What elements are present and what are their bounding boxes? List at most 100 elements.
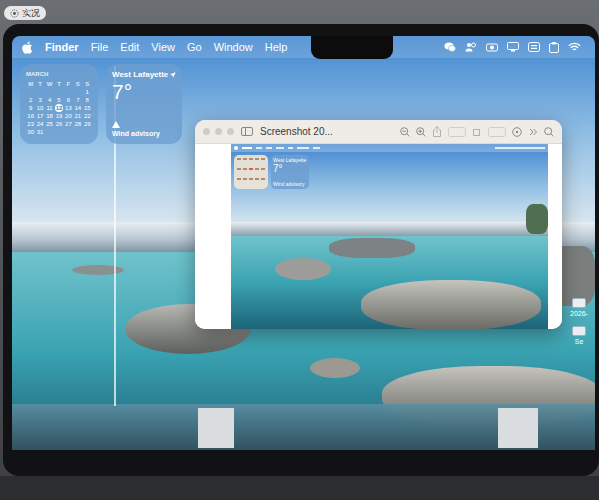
calendar-day[interactable]: 27 xyxy=(64,120,73,128)
calendar-day[interactable]: 17 xyxy=(35,112,44,120)
menu-item[interactable]: View xyxy=(151,40,175,54)
calendar-day[interactable]: 8 xyxy=(83,96,92,104)
info-icon[interactable] xyxy=(512,127,522,137)
calendar-day-number: 1 xyxy=(83,88,91,96)
menu-item[interactable]: Go xyxy=(187,40,202,54)
more-icon[interactable] xyxy=(528,127,538,137)
laptop-deck xyxy=(0,476,599,500)
zoom-out-icon[interactable] xyxy=(400,127,410,137)
menu-bar: Finder File Edit View Go Window Help xyxy=(12,36,595,58)
mini-calendar-widget xyxy=(234,155,268,189)
calendar-day-number: 18 xyxy=(46,112,54,120)
calendar-weekday: T xyxy=(35,80,44,88)
wifi-icon[interactable] xyxy=(568,42,581,52)
calendar-day-number: 8 xyxy=(83,96,91,104)
zoom-in-icon[interactable] xyxy=(416,127,426,137)
desktop-item[interactable]: 2026- xyxy=(570,298,588,318)
markup-icon[interactable] xyxy=(448,127,466,137)
calendar-day-number: 5 xyxy=(55,96,63,104)
preview-window[interactable]: Screenshot 20... xyxy=(195,120,562,329)
clipboard-icon[interactable] xyxy=(549,42,559,53)
calendar-day[interactable]: 18 xyxy=(45,112,54,120)
weather-condition: Wind advisory xyxy=(112,129,176,138)
calendar-day-number: 17 xyxy=(36,112,44,120)
calendar-widget[interactable]: MARCH MTWTFSS123456789101112131415161718… xyxy=(20,64,98,144)
weather-widget[interactable]: West Lafayette 7° Wind advisory xyxy=(106,64,182,144)
calendar-day-number: 2 xyxy=(27,96,35,104)
calendar-day[interactable]: 4 xyxy=(45,96,54,104)
title-bar: Screenshot 20... xyxy=(195,120,562,144)
calendar-day[interactable]: 15 xyxy=(83,104,92,112)
calendar-day[interactable]: 26 xyxy=(54,120,63,128)
calendar-day-number: 22 xyxy=(83,112,91,120)
camera-notch xyxy=(311,36,393,59)
calendar-day-number: 16 xyxy=(27,112,35,120)
calendar-day-number: 26 xyxy=(55,120,63,128)
calendar-day[interactable]: 16 xyxy=(26,112,35,120)
desktop-item-label: Se xyxy=(575,337,584,346)
calendar-day-number: 13 xyxy=(64,104,72,112)
calendar-day-number: 9 xyxy=(27,104,35,112)
calendar-day[interactable]: 1 xyxy=(83,88,92,96)
display-icon[interactable] xyxy=(507,42,519,52)
close-button[interactable] xyxy=(203,128,210,135)
calendar-day-number: 27 xyxy=(64,120,72,128)
calendar-day[interactable]: 25 xyxy=(45,120,54,128)
calendar-day[interactable]: 31 xyxy=(35,128,44,136)
camera-icon[interactable] xyxy=(486,42,498,52)
calendar-day[interactable]: 29 xyxy=(83,120,92,128)
calendar-day[interactable]: 5 xyxy=(54,96,63,104)
calendar-day[interactable]: 30 xyxy=(26,128,35,136)
calendar-day[interactable]: 23 xyxy=(26,120,35,128)
calendar-day-number: 7 xyxy=(74,96,82,104)
desktop-item[interactable]: Se xyxy=(572,326,586,346)
menu-item[interactable]: Edit xyxy=(120,40,139,54)
calendar-weekday: S xyxy=(73,80,82,88)
weather-location: West Lafayette xyxy=(112,70,168,80)
calendar-weekday: F xyxy=(64,80,73,88)
calendar-day-number: 20 xyxy=(64,112,72,120)
menu-item[interactable]: Window xyxy=(214,40,253,54)
control-icon[interactable] xyxy=(528,42,540,52)
mini-weather-location: West Lafayette xyxy=(273,157,307,163)
minimize-button[interactable] xyxy=(215,128,222,135)
zoom-button[interactable] xyxy=(227,128,234,135)
wechat-icon[interactable] xyxy=(444,42,456,52)
calendar-day-number: 4 xyxy=(46,96,54,104)
calendar-day[interactable]: 21 xyxy=(73,112,82,120)
calendar-day[interactable]: 9 xyxy=(26,104,35,112)
calendar-day-number: 11 xyxy=(46,104,54,112)
calendar-day[interactable]: 19 xyxy=(54,112,63,120)
calendar-weekday: S xyxy=(83,80,92,88)
calendar-month: MARCH xyxy=(26,70,92,78)
calendar-weekday: T xyxy=(54,80,63,88)
calendar-day[interactable]: 6 xyxy=(64,96,73,104)
rotate-icon[interactable] xyxy=(472,127,482,137)
calendar-day[interactable]: 22 xyxy=(83,112,92,120)
calendar-weekday: W xyxy=(45,80,54,88)
live-icon xyxy=(10,9,19,18)
calendar-day[interactable]: 3 xyxy=(35,96,44,104)
menu-item[interactable]: Help xyxy=(265,40,288,54)
people-icon[interactable] xyxy=(465,42,477,52)
calendar-day[interactable]: 14 xyxy=(73,104,82,112)
calendar-day[interactable]: 24 xyxy=(35,120,44,128)
calendar-day[interactable]: 13 xyxy=(64,104,73,112)
menu-item[interactable]: File xyxy=(91,40,109,54)
menu-app-name[interactable]: Finder xyxy=(45,40,79,54)
calendar-day[interactable]: 20 xyxy=(64,112,73,120)
calendar-day[interactable]: 10 xyxy=(35,104,44,112)
crop-icon[interactable] xyxy=(488,127,506,137)
status-icons xyxy=(444,42,585,53)
search-icon[interactable] xyxy=(544,127,554,137)
desktop-items: 2026- Se xyxy=(565,298,593,346)
share-icon[interactable] xyxy=(432,126,442,137)
calendar-day[interactable]: 11 xyxy=(45,104,54,112)
calendar-day[interactable]: 7 xyxy=(73,96,82,104)
screenshot-image: West Lafayette 7° Wind advisory xyxy=(231,144,548,329)
calendar-day[interactable]: 12 xyxy=(54,104,63,112)
calendar-day[interactable]: 2 xyxy=(26,96,35,104)
apple-icon[interactable] xyxy=(22,41,33,54)
sidebar-icon[interactable] xyxy=(241,127,253,136)
calendar-day[interactable]: 28 xyxy=(73,120,82,128)
